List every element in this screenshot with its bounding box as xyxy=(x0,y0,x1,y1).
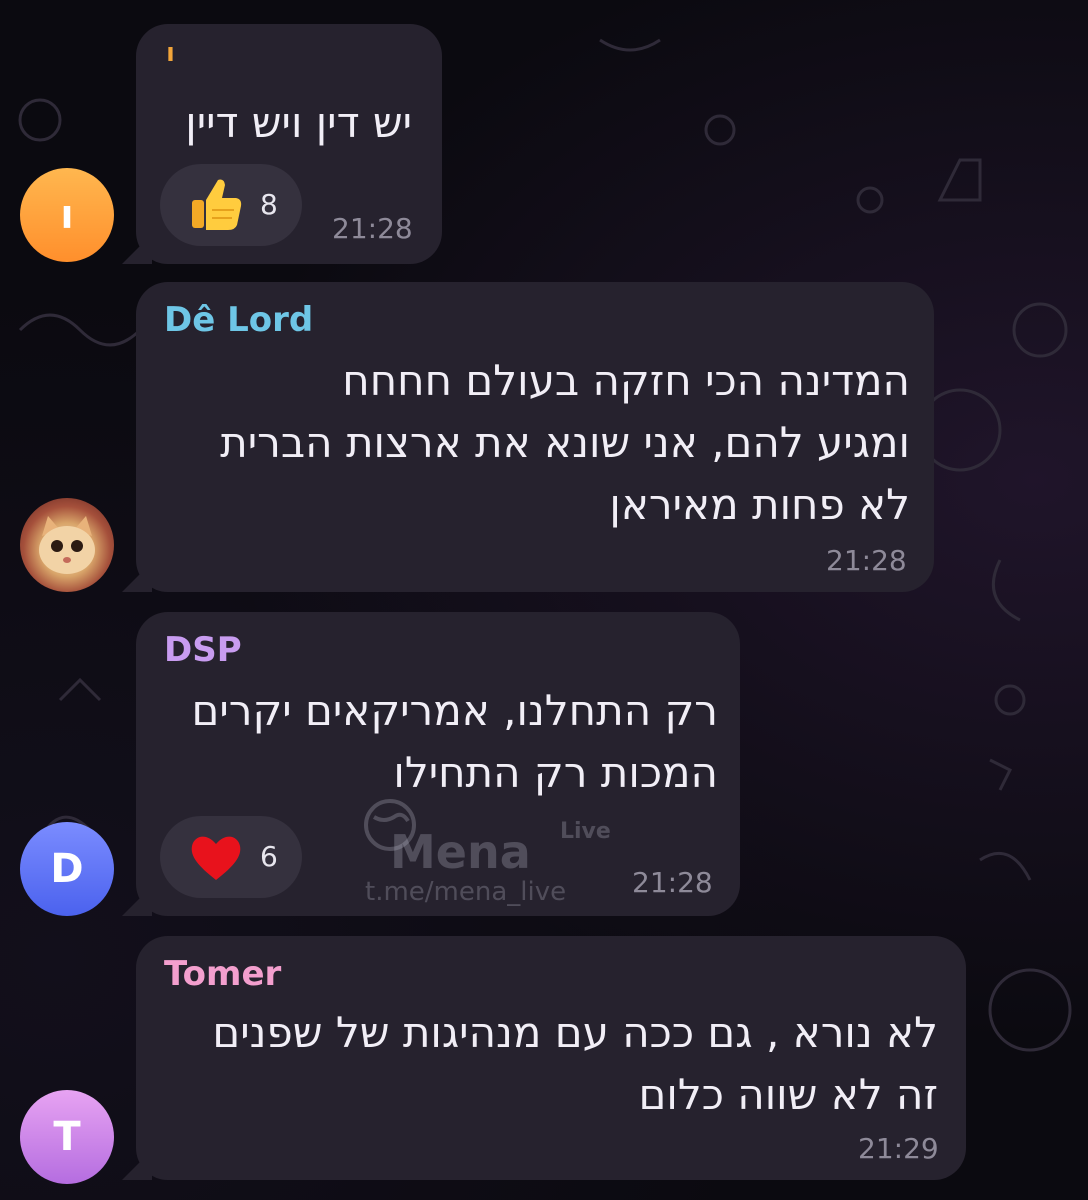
message-time: 21:28 xyxy=(332,212,413,245)
heart-icon xyxy=(188,828,244,890)
sender-name[interactable]: ו xyxy=(166,38,175,68)
watermark-badge: Live xyxy=(560,819,611,844)
message-time: 21:28 xyxy=(826,544,907,577)
message-bubble[interactable]: Dê Lord המדינה הכי חזקה בעולם חחחח ומגיע… xyxy=(122,282,934,592)
sender-name[interactable]: Tomer xyxy=(164,954,281,994)
reaction-count: 6 xyxy=(260,840,278,873)
avatar[interactable] xyxy=(20,498,114,592)
message-text: לא נורא , גם ככה עם מנהיגות של שפנים זה … xyxy=(212,1008,938,1119)
message-text: רק התחלנו, אמריקאים יקרים המכות רק התחיל… xyxy=(191,686,718,797)
reaction-count: 8 xyxy=(260,188,278,221)
sender-name[interactable]: Dê Lord xyxy=(164,300,313,340)
avatar-initial: D xyxy=(50,846,84,892)
reaction-pill[interactable]: 8 xyxy=(160,164,302,246)
avatar[interactable]: T xyxy=(20,1090,114,1184)
avatar-initial: ו xyxy=(60,192,74,238)
watermark-url: t.me/mena_live xyxy=(365,877,567,907)
message-time: 21:28 xyxy=(632,866,713,899)
message-bubble[interactable]: Tomer לא נורא , גם ככה עם מנהיגות של שפנ… xyxy=(122,936,966,1180)
thumbs-up-icon xyxy=(188,176,244,238)
avatar-initial: T xyxy=(53,1114,81,1160)
watermark-brand: Mena xyxy=(390,825,531,879)
cat-photo-icon xyxy=(39,516,95,574)
message-text: המדינה הכי חזקה בעולם חחחח ומגיע להם, אנ… xyxy=(220,356,910,529)
sender-name[interactable]: DSP xyxy=(164,630,242,670)
avatar[interactable]: ו xyxy=(20,168,114,262)
message-time: 21:29 xyxy=(858,1132,939,1165)
avatar[interactable]: D xyxy=(20,822,114,916)
message-bubble[interactable]: ו יש דין ויש דיין 8 21:28 xyxy=(122,24,442,264)
message-text: יש דין ויש דיין xyxy=(185,98,412,147)
reaction-pill[interactable]: 6 xyxy=(160,816,302,898)
